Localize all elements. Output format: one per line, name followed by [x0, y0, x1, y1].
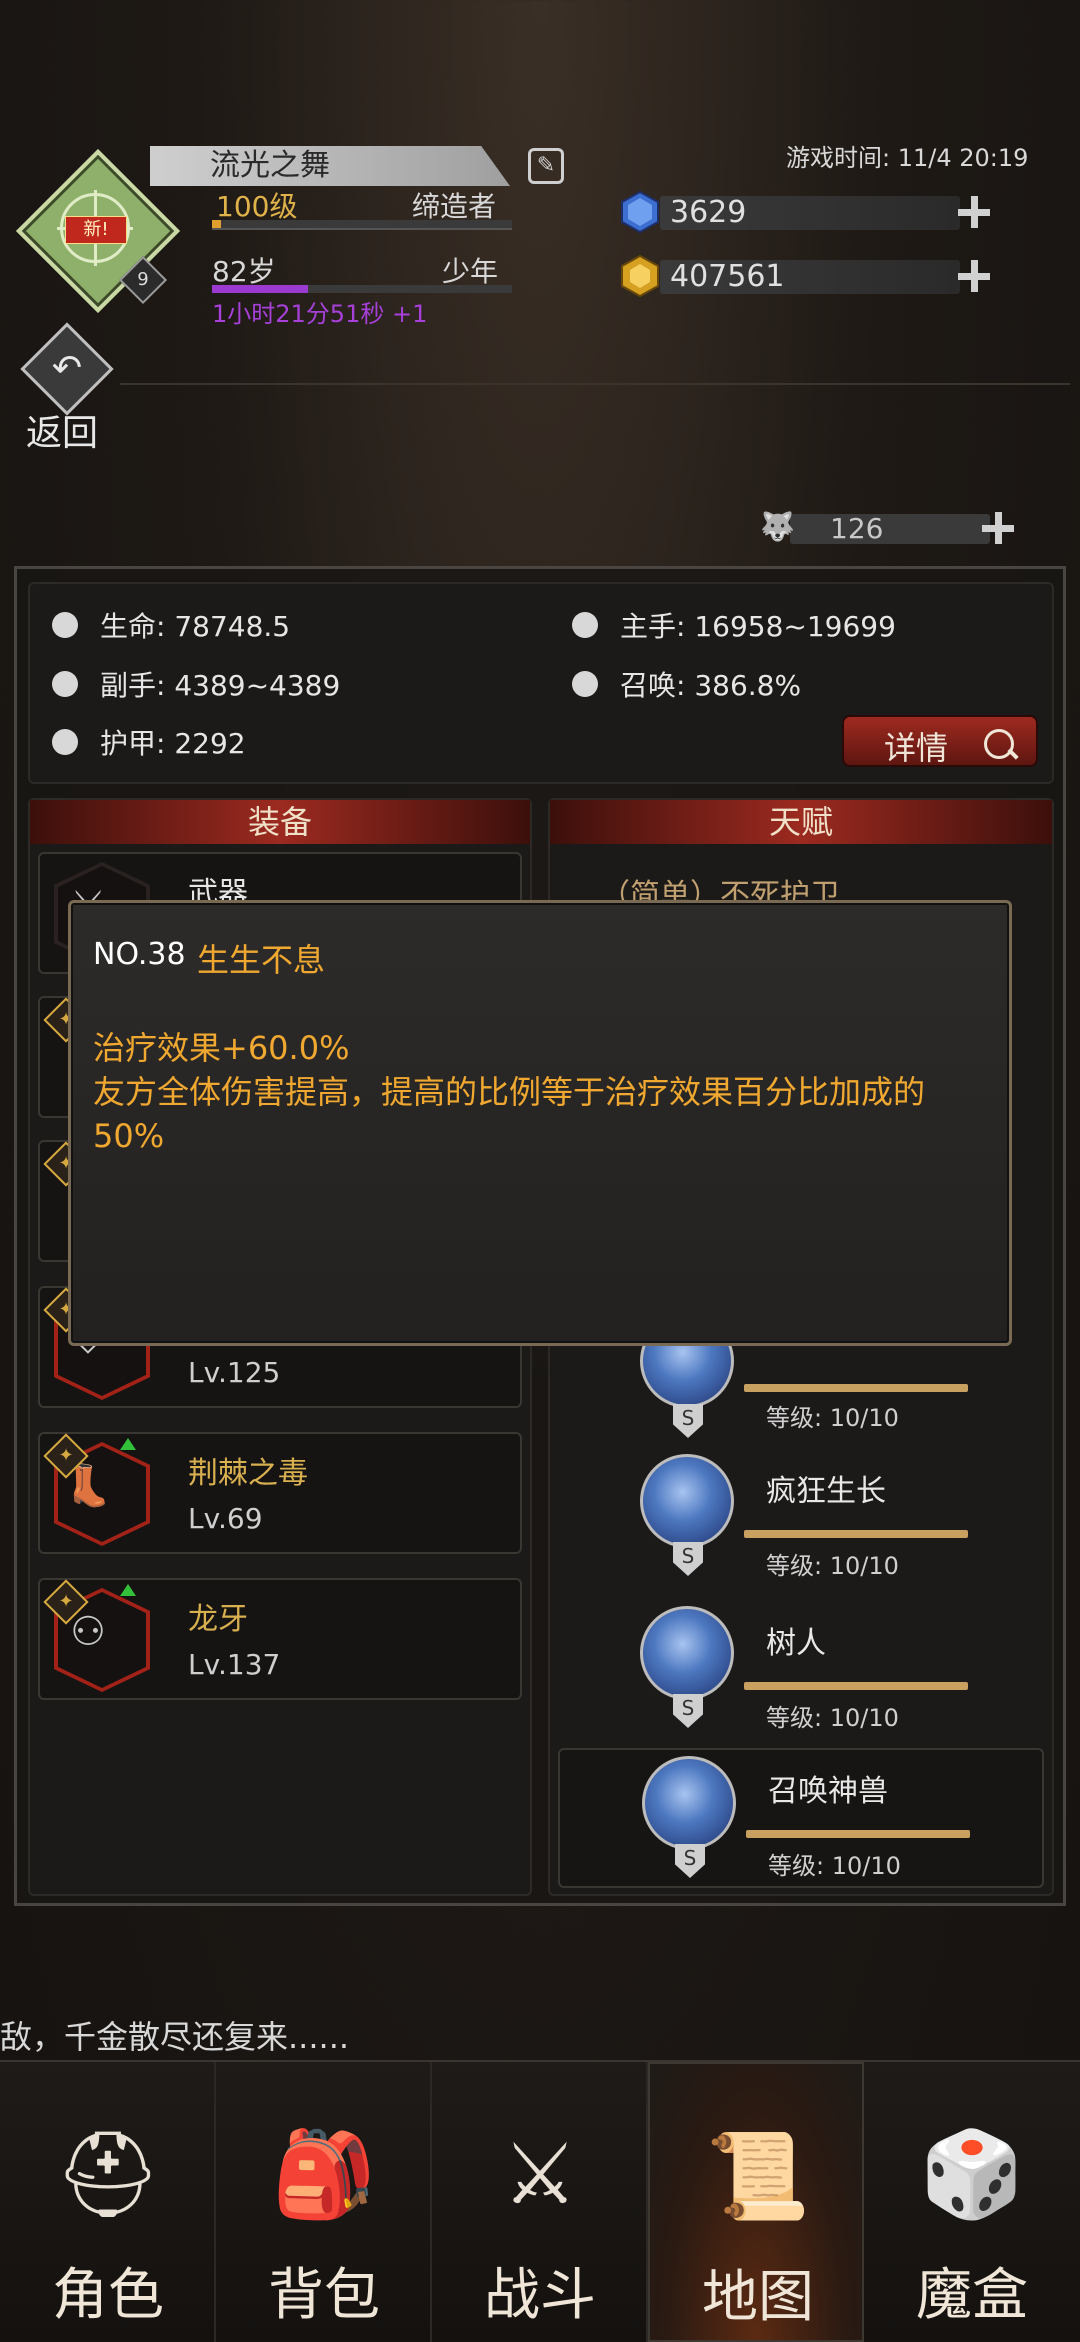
heart-icon — [52, 612, 78, 638]
skill-s-rank-icon: S — [673, 1542, 703, 1576]
scrolling-announcement: 敌，千金散尽还复来...... — [0, 2018, 350, 2056]
add-gold-plus-icon[interactable] — [956, 258, 992, 294]
talent-row[interactable]: S 树人 等级: 10/10 — [558, 1602, 1044, 1742]
talent-header: 天赋 — [550, 800, 1052, 844]
tooltip-number: NO.38 — [93, 937, 186, 972]
talent-name: 树人 — [766, 1626, 826, 1661]
backpack-icon: 🎒 — [271, 2125, 377, 2223]
gem-resource: 3629 — [620, 190, 992, 234]
talent-row-selected[interactable]: S 召唤神兽 等级: 10/10 — [558, 1748, 1044, 1888]
details-label: 详情 — [884, 729, 949, 767]
tooltip-title: 生生不息 — [197, 941, 326, 979]
treant-icon — [640, 1606, 734, 1700]
talent-level: 等级: 10/10 — [766, 1704, 899, 1732]
tooltip-line-1: 治疗效果+60.0% — [93, 1029, 350, 1067]
armor-icon — [52, 729, 78, 755]
stat-summon: 召唤: 386.8% — [620, 669, 802, 702]
nav-label: 魔盒 — [916, 2263, 1028, 2328]
equip-name: 荆棘之毒 — [188, 1456, 308, 1491]
tooltip-line-2: 友方全体伤害提高，提高的比例等于治疗效果百分比加成的 — [93, 1073, 926, 1111]
equip-slot-accessory[interactable]: ⚇ ✦ 龙牙 Lv.137 — [38, 1578, 522, 1700]
equip-slot-boots[interactable]: 👢 ✦ 荆棘之毒 Lv.69 — [38, 1432, 522, 1554]
new-badge: 新! — [65, 216, 127, 244]
gold-resource: 407561 — [620, 254, 992, 298]
talent-progress-bar — [746, 1830, 970, 1838]
nav-label: 角色 — [52, 2263, 164, 2328]
summon-beast-icon — [642, 1756, 736, 1850]
details-button[interactable]: 详情 — [842, 715, 1038, 767]
stat-armor: 护甲: 2292 — [100, 727, 246, 760]
sword-shield-icon: ⚔ — [502, 2125, 578, 2223]
talent-level: 等级: 10/10 — [766, 1404, 899, 1432]
nav-backpack[interactable]: 🎒 背包 — [216, 2062, 432, 2342]
talent-tooltip: NO.38 生生不息 治疗效果+60.0% 友方全体伤害提高，提高的比例等于治疗… — [68, 900, 1012, 1346]
player-age: 82岁 — [212, 255, 276, 288]
back-button[interactable]: ↶ 返回 — [14, 322, 124, 454]
skill-s-rank-icon: S — [675, 1844, 705, 1878]
back-label: 返回 — [26, 413, 99, 454]
equip-name: 龙牙 — [188, 1602, 248, 1637]
off-hand-icon — [52, 671, 78, 697]
edit-name-icon[interactable]: ✎ — [528, 148, 564, 184]
nav-character[interactable]: ⛑ 角色 — [0, 2062, 216, 2342]
nav-label: 地图 — [702, 2265, 814, 2330]
nav-map[interactable]: 📜 地图 — [648, 2062, 864, 2342]
skill-s-rank-icon: S — [673, 1694, 703, 1728]
back-arrow-icon: ↶ — [20, 322, 114, 416]
search-icon — [984, 729, 1014, 759]
equip-level: Lv.125 — [188, 1356, 281, 1389]
talent-name: 召唤神兽 — [768, 1774, 888, 1809]
magic-box-icon: 🎲 — [919, 2125, 1025, 2223]
nav-battle[interactable]: ⚔ 战斗 — [432, 2062, 648, 2342]
talent-level: 等级: 10/10 — [768, 1852, 901, 1880]
player-avatar[interactable]: 新! 9 — [15, 148, 181, 314]
bottom-nav: ⛑ 角色 🎒 背包 ⚔ 战斗 📜 地图 🎲 魔盒 — [0, 2060, 1080, 2342]
nav-label: 战斗 — [484, 2263, 596, 2328]
stat-hp: 生命: 78748.5 — [100, 610, 291, 643]
upgrade-arrow-icon — [120, 1584, 136, 1596]
exp-bar — [212, 220, 512, 230]
main-hand-icon — [572, 612, 598, 638]
wolf-stamina-icon: 🐺 — [760, 510, 795, 543]
header-divider — [120, 383, 1070, 385]
game-time: 游戏时间: 11/4 20:19 — [786, 144, 1029, 172]
gem-count: 3629 — [670, 195, 747, 230]
talent-progress-bar — [744, 1682, 968, 1690]
equip-level: Lv.137 — [188, 1648, 281, 1681]
age-bar-fill — [212, 285, 308, 293]
add-gem-plus-icon[interactable] — [956, 194, 992, 230]
nav-label: 背包 — [268, 2263, 380, 2328]
blue-gem-icon — [621, 190, 659, 234]
equipment-header: 装备 — [30, 800, 530, 844]
talent-progress-bar — [744, 1384, 968, 1392]
player-level: 100级 — [216, 190, 298, 223]
add-stamina-plus-icon[interactable] — [980, 510, 1016, 546]
tooltip-line-3: 50% — [93, 1117, 165, 1155]
player-age-stage: 少年 — [442, 255, 499, 288]
talent-row[interactable]: S 等级: 10/10 — [558, 1314, 1044, 1470]
stamina-count: 126 — [830, 512, 884, 545]
gold-coin-icon — [621, 254, 659, 298]
nav-magic-box[interactable]: 🎲 魔盒 — [864, 2062, 1080, 2342]
crazy-growth-icon — [640, 1454, 734, 1548]
exp-bar-fill — [212, 220, 221, 228]
stamina-bar — [790, 514, 990, 544]
talent-row[interactable]: S 疯狂生长 等级: 10/10 — [558, 1450, 1044, 1590]
stat-off-hand: 副手: 4389~4389 — [100, 669, 341, 702]
player-name: 流光之舞 — [150, 146, 510, 186]
talent-level: 等级: 10/10 — [766, 1552, 899, 1580]
age-timer: 1小时21分51秒 +1 — [212, 300, 428, 328]
scroll-map-icon: 📜 — [705, 2127, 811, 2225]
skill-s-rank-icon: S — [673, 1404, 703, 1438]
player-class-title: 缔造者 — [412, 190, 497, 223]
summon-icon — [572, 671, 598, 697]
gold-count: 407561 — [670, 259, 785, 294]
helmet-icon: ⛑ — [54, 2125, 162, 2223]
equip-level: Lv.69 — [188, 1502, 263, 1535]
talent-name: 疯狂生长 — [766, 1474, 886, 1509]
upgrade-arrow-icon — [120, 1438, 136, 1450]
stamina-resource: 🐺 126 — [760, 510, 1020, 546]
talent-progress-bar — [744, 1530, 968, 1538]
stat-main-hand: 主手: 16958~19699 — [620, 610, 896, 643]
